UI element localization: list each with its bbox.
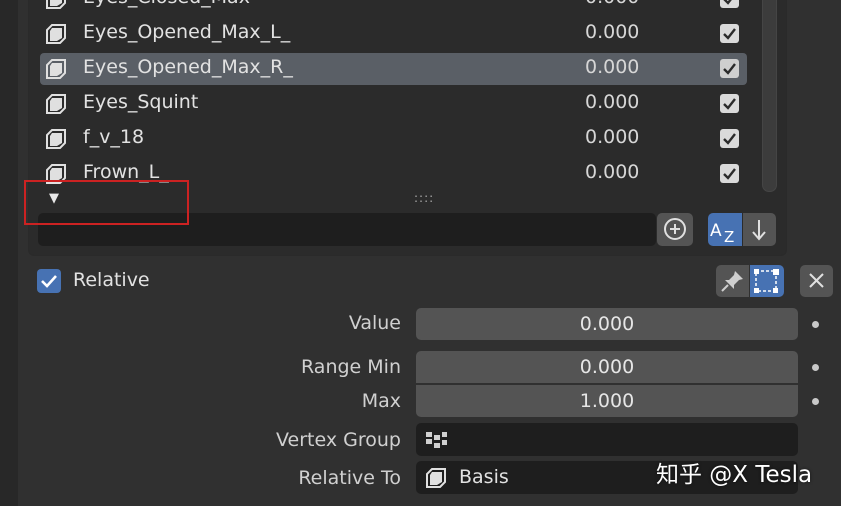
relative-to-value: Basis bbox=[459, 466, 509, 488]
pin-button[interactable] bbox=[716, 265, 749, 297]
left-edge-strip bbox=[0, 0, 18, 506]
relative-to-label: Relative To bbox=[298, 467, 401, 489]
shape-key-icon bbox=[46, 0, 66, 9]
shape-key-value[interactable]: 0.000 bbox=[585, 0, 639, 8]
svg-text:Z: Z bbox=[724, 228, 734, 246]
checkmark-icon bbox=[41, 275, 57, 288]
shape-key-value[interactable]: 0.000 bbox=[585, 21, 639, 43]
shape-key-name: Eyes_Opened_Max_R_ bbox=[83, 56, 293, 78]
range-max-keyframe-dot[interactable] bbox=[812, 398, 819, 405]
svg-text:A: A bbox=[710, 221, 722, 241]
shape-key-icon bbox=[46, 24, 66, 44]
shape-key-value[interactable]: 0.000 bbox=[585, 161, 639, 183]
shape-key-icon bbox=[46, 94, 66, 114]
close-icon bbox=[809, 273, 824, 288]
shape-key-value[interactable]: 0.000 bbox=[585, 91, 639, 113]
shape-key-mute-checkbox[interactable] bbox=[720, 59, 739, 78]
relative-checkbox[interactable] bbox=[37, 269, 61, 293]
shape-key-mute-checkbox[interactable] bbox=[720, 24, 739, 43]
close-button[interactable] bbox=[800, 265, 833, 297]
checkmark-icon bbox=[723, 28, 736, 40]
vertex-group-label: Vertex Group bbox=[276, 429, 401, 451]
max-label: Max bbox=[361, 390, 401, 412]
shape-key-row[interactable]: Eyes_Opened_Max_R_ 0.000 bbox=[40, 53, 747, 85]
vertex-group-icon bbox=[426, 432, 447, 448]
range-max-field[interactable]: 1.000 bbox=[416, 385, 798, 417]
relative-label: Relative bbox=[73, 269, 150, 291]
edit-mode-icon bbox=[754, 269, 779, 293]
shape-key-icon bbox=[426, 468, 446, 488]
value-field[interactable]: 0.000 bbox=[416, 308, 798, 340]
checkmark-icon bbox=[723, 63, 736, 75]
add-search-button[interactable] bbox=[657, 213, 693, 246]
shape-key-icon bbox=[46, 129, 66, 149]
shape-key-row[interactable]: Eyes_Opened_Max_L_ 0.000 bbox=[40, 18, 747, 50]
pin-icon bbox=[721, 271, 743, 292]
value-keyframe-dot[interactable] bbox=[812, 321, 819, 328]
checkmark-icon bbox=[723, 133, 736, 145]
shape-key-mute-checkbox[interactable] bbox=[720, 164, 739, 183]
shape-key-name: Eyes_Opened_Max_L_ bbox=[83, 21, 291, 43]
shape-key-value[interactable]: 0.000 bbox=[585, 56, 639, 78]
shape-key-icon bbox=[46, 59, 66, 79]
list-resize-grip[interactable]: :::: bbox=[414, 191, 434, 205]
watermark-text: 知乎 @X Tesla bbox=[656, 462, 813, 488]
shape-key-mute-checkbox[interactable] bbox=[720, 0, 739, 8]
sort-direction-button[interactable] bbox=[743, 213, 776, 246]
shape-key-value[interactable]: 0.000 bbox=[585, 126, 639, 148]
shape-key-name: Eyes_Closed_Max bbox=[83, 0, 250, 8]
shape-key-mute-checkbox[interactable] bbox=[720, 94, 739, 113]
shape-key-name: Eyes_Squint bbox=[83, 91, 199, 113]
arrow-down-icon bbox=[752, 220, 766, 241]
sort-alphabetical-button[interactable]: A Z bbox=[708, 213, 742, 246]
shape-key-row[interactable]: Eyes_Squint 0.000 bbox=[40, 88, 747, 120]
checkmark-icon bbox=[723, 98, 736, 110]
annotation-highlight-box bbox=[24, 180, 189, 225]
edit-mode-toggle[interactable] bbox=[750, 265, 784, 297]
range-min-label: Range Min bbox=[301, 356, 401, 378]
shape-key-name: f_v_18 bbox=[83, 126, 145, 148]
checkmark-icon bbox=[723, 0, 732, 5]
list-scrollbar[interactable] bbox=[762, 0, 777, 192]
sort-alpha-icon: A Z bbox=[710, 221, 734, 246]
checkmark-icon bbox=[723, 168, 736, 180]
vertex-group-field[interactable] bbox=[416, 423, 798, 456]
range-min-field[interactable]: 0.000 bbox=[416, 351, 798, 383]
shape-key-row[interactable]: Eyes_Closed_Max 0.000 bbox=[40, 0, 747, 15]
shape-key-row[interactable]: f_v_18 0.000 bbox=[40, 123, 747, 155]
add-search-icon bbox=[664, 218, 686, 240]
shape-key-mute-checkbox[interactable] bbox=[720, 129, 739, 148]
range-min-keyframe-dot[interactable] bbox=[812, 364, 819, 371]
value-label: Value bbox=[348, 312, 401, 334]
